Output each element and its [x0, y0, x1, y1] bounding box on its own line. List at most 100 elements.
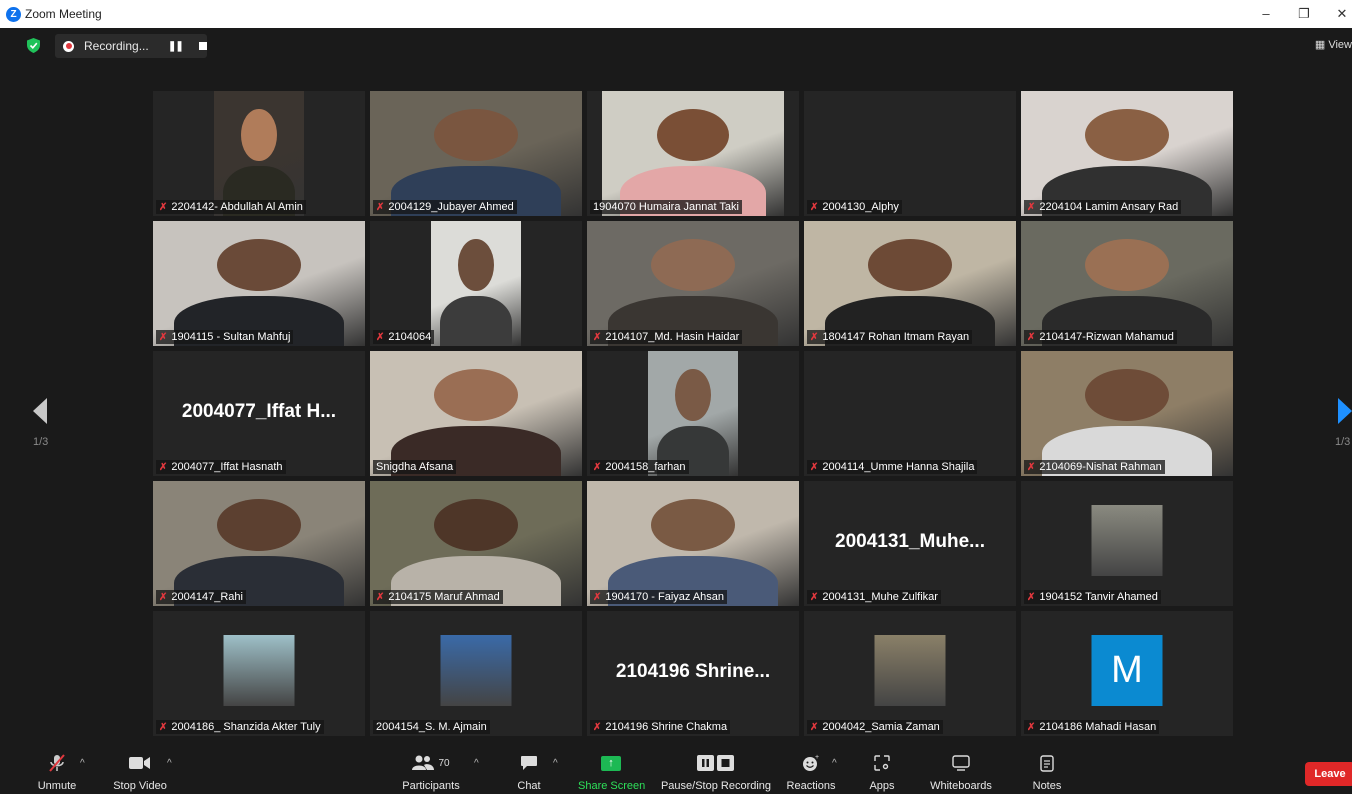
- participant-tile[interactable]: ✗ 1904170 - Faiyaz Ahsan: [587, 481, 799, 606]
- participants-label: Participants: [402, 780, 460, 792]
- participant-tile[interactable]: 2004131_Muhe... ✗ 2004131_Muhe Zulfikar: [804, 481, 1016, 606]
- chat-button[interactable]: Chat: [512, 752, 546, 792]
- whiteboard-icon: [926, 752, 996, 774]
- title-bar: Z Zoom Meeting – ❐ ✕: [0, 0, 1352, 28]
- muted-microphone-icon: ✗: [1027, 591, 1036, 603]
- whiteboards-button[interactable]: Whiteboards: [926, 752, 996, 792]
- page-indicator-right: 1/3: [1335, 436, 1351, 448]
- previous-page-arrow-icon[interactable]: [33, 398, 47, 424]
- audio-options-caret-icon[interactable]: ^: [80, 758, 85, 769]
- participant-name: 1804147 Rohan Itmam Rayan: [822, 331, 970, 343]
- participant-name-label: ✗ 1904152 Tanvir Ahamed: [1024, 590, 1161, 604]
- participant-name: 1904170 - Faiyaz Ahsan: [605, 591, 725, 603]
- restore-button[interactable]: ❐: [1294, 6, 1314, 22]
- participant-tile[interactable]: Snigdha Afsana: [370, 351, 582, 476]
- participant-name-label: Snigdha Afsana: [373, 460, 457, 474]
- participant-name-label: ✗ 1904170 - Faiyaz Ahsan: [590, 590, 728, 604]
- participants-options-caret-icon[interactable]: ^: [474, 758, 479, 769]
- profile-picture: [1091, 505, 1163, 576]
- participant-tile[interactable]: ✗ 2004158_farhan: [587, 351, 799, 476]
- leave-button[interactable]: Leave: [1305, 762, 1352, 786]
- participant-tile[interactable]: ✗ 2004147_Rahi: [153, 481, 365, 606]
- notes-button[interactable]: Notes: [1028, 752, 1066, 792]
- pause-stop-recording-button[interactable]: Pause/Stop Recording: [660, 752, 772, 792]
- participant-video: [648, 351, 738, 476]
- chat-options-caret-icon[interactable]: ^: [553, 758, 558, 769]
- muted-microphone-icon: ✗: [1027, 461, 1036, 473]
- participant-name: 2004147_Rahi: [171, 591, 243, 603]
- participant-video: [370, 351, 582, 476]
- reactions-options-caret-icon[interactable]: ^: [832, 758, 837, 769]
- participant-name-label: ✗ 2104175 Maruf Ahmad: [373, 590, 503, 604]
- participant-name: 2204104 Lamim Ansary Rad: [1039, 201, 1179, 213]
- participant-name: 2004077_Iffat Hasnath: [171, 461, 283, 473]
- participant-name-label: ✗ 2104186 Mahadi Hasan: [1024, 720, 1160, 734]
- apps-button[interactable]: Apps: [864, 752, 900, 792]
- participant-tile[interactable]: ✗ 2104069-Nishat Rahman: [1021, 351, 1233, 476]
- participant-name: 1904070 Humaira Jannat Taki: [593, 201, 739, 213]
- participants-button[interactable]: 70 Participants: [400, 752, 462, 792]
- participant-tile[interactable]: ✗ 2104175 Maruf Ahmad: [370, 481, 582, 606]
- participant-tile[interactable]: ✗ 2104064: [370, 221, 582, 346]
- participant-name: 2104186 Mahadi Hasan: [1039, 721, 1157, 733]
- muted-microphone-icon: ✗: [593, 721, 602, 733]
- reactions-button[interactable]: + Reactions: [786, 752, 836, 792]
- participant-tile[interactable]: ✗ 1904115 - Sultan Mahfuj: [153, 221, 365, 346]
- participant-video: [153, 221, 365, 346]
- notes-icon: [1028, 752, 1066, 774]
- letter-avatar: M: [1091, 635, 1163, 706]
- profile-picture: [874, 635, 946, 706]
- participant-name-label: ✗ 2004042_Samia Zaman: [807, 720, 943, 734]
- participant-tile[interactable]: ✗ 2004129_Jubayer Ahmed: [370, 91, 582, 216]
- video-options-caret-icon[interactable]: ^: [167, 758, 172, 769]
- participant-tile[interactable]: ✗ 2204142- Abdullah Al Amin: [153, 91, 365, 216]
- participant-tile[interactable]: ✗ 2104107_Md. Hasin Haidar: [587, 221, 799, 346]
- participant-tile[interactable]: ✗ 2004042_Samia Zaman: [804, 611, 1016, 736]
- participant-tile[interactable]: ✗ 2004186_ Shanzida Akter Tuly: [153, 611, 365, 736]
- participant-name-label: ✗ 2204142- Abdullah Al Amin: [156, 200, 306, 214]
- muted-microphone-icon: ✗: [1027, 721, 1036, 733]
- close-button[interactable]: ✕: [1332, 6, 1352, 22]
- participant-tile[interactable]: ✗ 2204104 Lamim Ansary Rad: [1021, 91, 1233, 216]
- participant-tile[interactable]: ✗ 2004114_Umme Hanna Shajila: [804, 351, 1016, 476]
- participant-name-label: ✗ 2004129_Jubayer Ahmed: [373, 200, 517, 214]
- pause-recording-button[interactable]: ❚❚: [168, 41, 184, 52]
- pause-stop-recording-label: Pause/Stop Recording: [660, 780, 772, 792]
- participant-tile[interactable]: ✗ 1804147 Rohan Itmam Rayan: [804, 221, 1016, 346]
- stop-video-button[interactable]: Stop Video: [110, 752, 170, 792]
- participants-count: 70: [438, 757, 450, 769]
- participant-tile[interactable]: 2004077_Iffat H... ✗ 2004077_Iffat Hasnath: [153, 351, 365, 476]
- participant-tile[interactable]: ✗ 1904152 Tanvir Ahamed: [1021, 481, 1233, 606]
- unmute-button[interactable]: Unmute: [36, 752, 78, 792]
- muted-microphone-icon: ✗: [810, 201, 819, 213]
- participant-tile[interactable]: ✗ 2004130_Alphy: [804, 91, 1016, 216]
- participant-video: [370, 91, 582, 216]
- unmute-label: Unmute: [37, 780, 77, 792]
- participant-name-label: ✗ 2004186_ Shanzida Akter Tuly: [156, 720, 324, 734]
- participant-name-label: 2004154_S. M. Ajmain: [373, 720, 490, 734]
- participant-video: [1021, 351, 1233, 476]
- pause-stop-recording-icon: [660, 752, 772, 774]
- minimize-button[interactable]: –: [1256, 6, 1276, 21]
- video-camera-icon: [110, 752, 170, 774]
- participant-tile[interactable]: 2104196 Shrine... ✗ 2104196 Shrine Chakma: [587, 611, 799, 736]
- participant-tile[interactable]: 1904070 Humaira Jannat Taki: [587, 91, 799, 216]
- share-screen-label: Share Screen: [578, 780, 646, 792]
- view-button[interactable]: ▦ View: [1315, 38, 1352, 51]
- muted-microphone-icon: ✗: [810, 591, 819, 603]
- chat-label: Chat: [517, 780, 541, 792]
- participant-tile[interactable]: ✗ 2104147-Rizwan Mahamud: [1021, 221, 1233, 346]
- participant-name: 2004129_Jubayer Ahmed: [388, 201, 514, 213]
- meeting-toolbar: Unmute ^ Stop Video ^ 70 Participants ^ …: [0, 746, 1352, 794]
- zoom-logo-icon: Z: [6, 6, 21, 22]
- security-shield-icon[interactable]: [27, 38, 40, 53]
- participant-tile[interactable]: M ✗ 2104186 Mahadi Hasan: [1021, 611, 1233, 736]
- notes-label: Notes: [1032, 780, 1062, 792]
- share-screen-button[interactable]: ↑ Share Screen: [578, 752, 646, 792]
- next-page-arrow-icon[interactable]: [1338, 398, 1352, 424]
- participant-name: 2004114_Umme Hanna Shajila: [822, 461, 975, 473]
- meeting-top-bar: Recording... ❚❚ ▦ View: [0, 28, 1352, 64]
- participant-name-label: ✗ 2004130_Alphy: [807, 200, 902, 214]
- participant-tile[interactable]: 2004154_S. M. Ajmain: [370, 611, 582, 736]
- stop-recording-button[interactable]: [198, 42, 207, 50]
